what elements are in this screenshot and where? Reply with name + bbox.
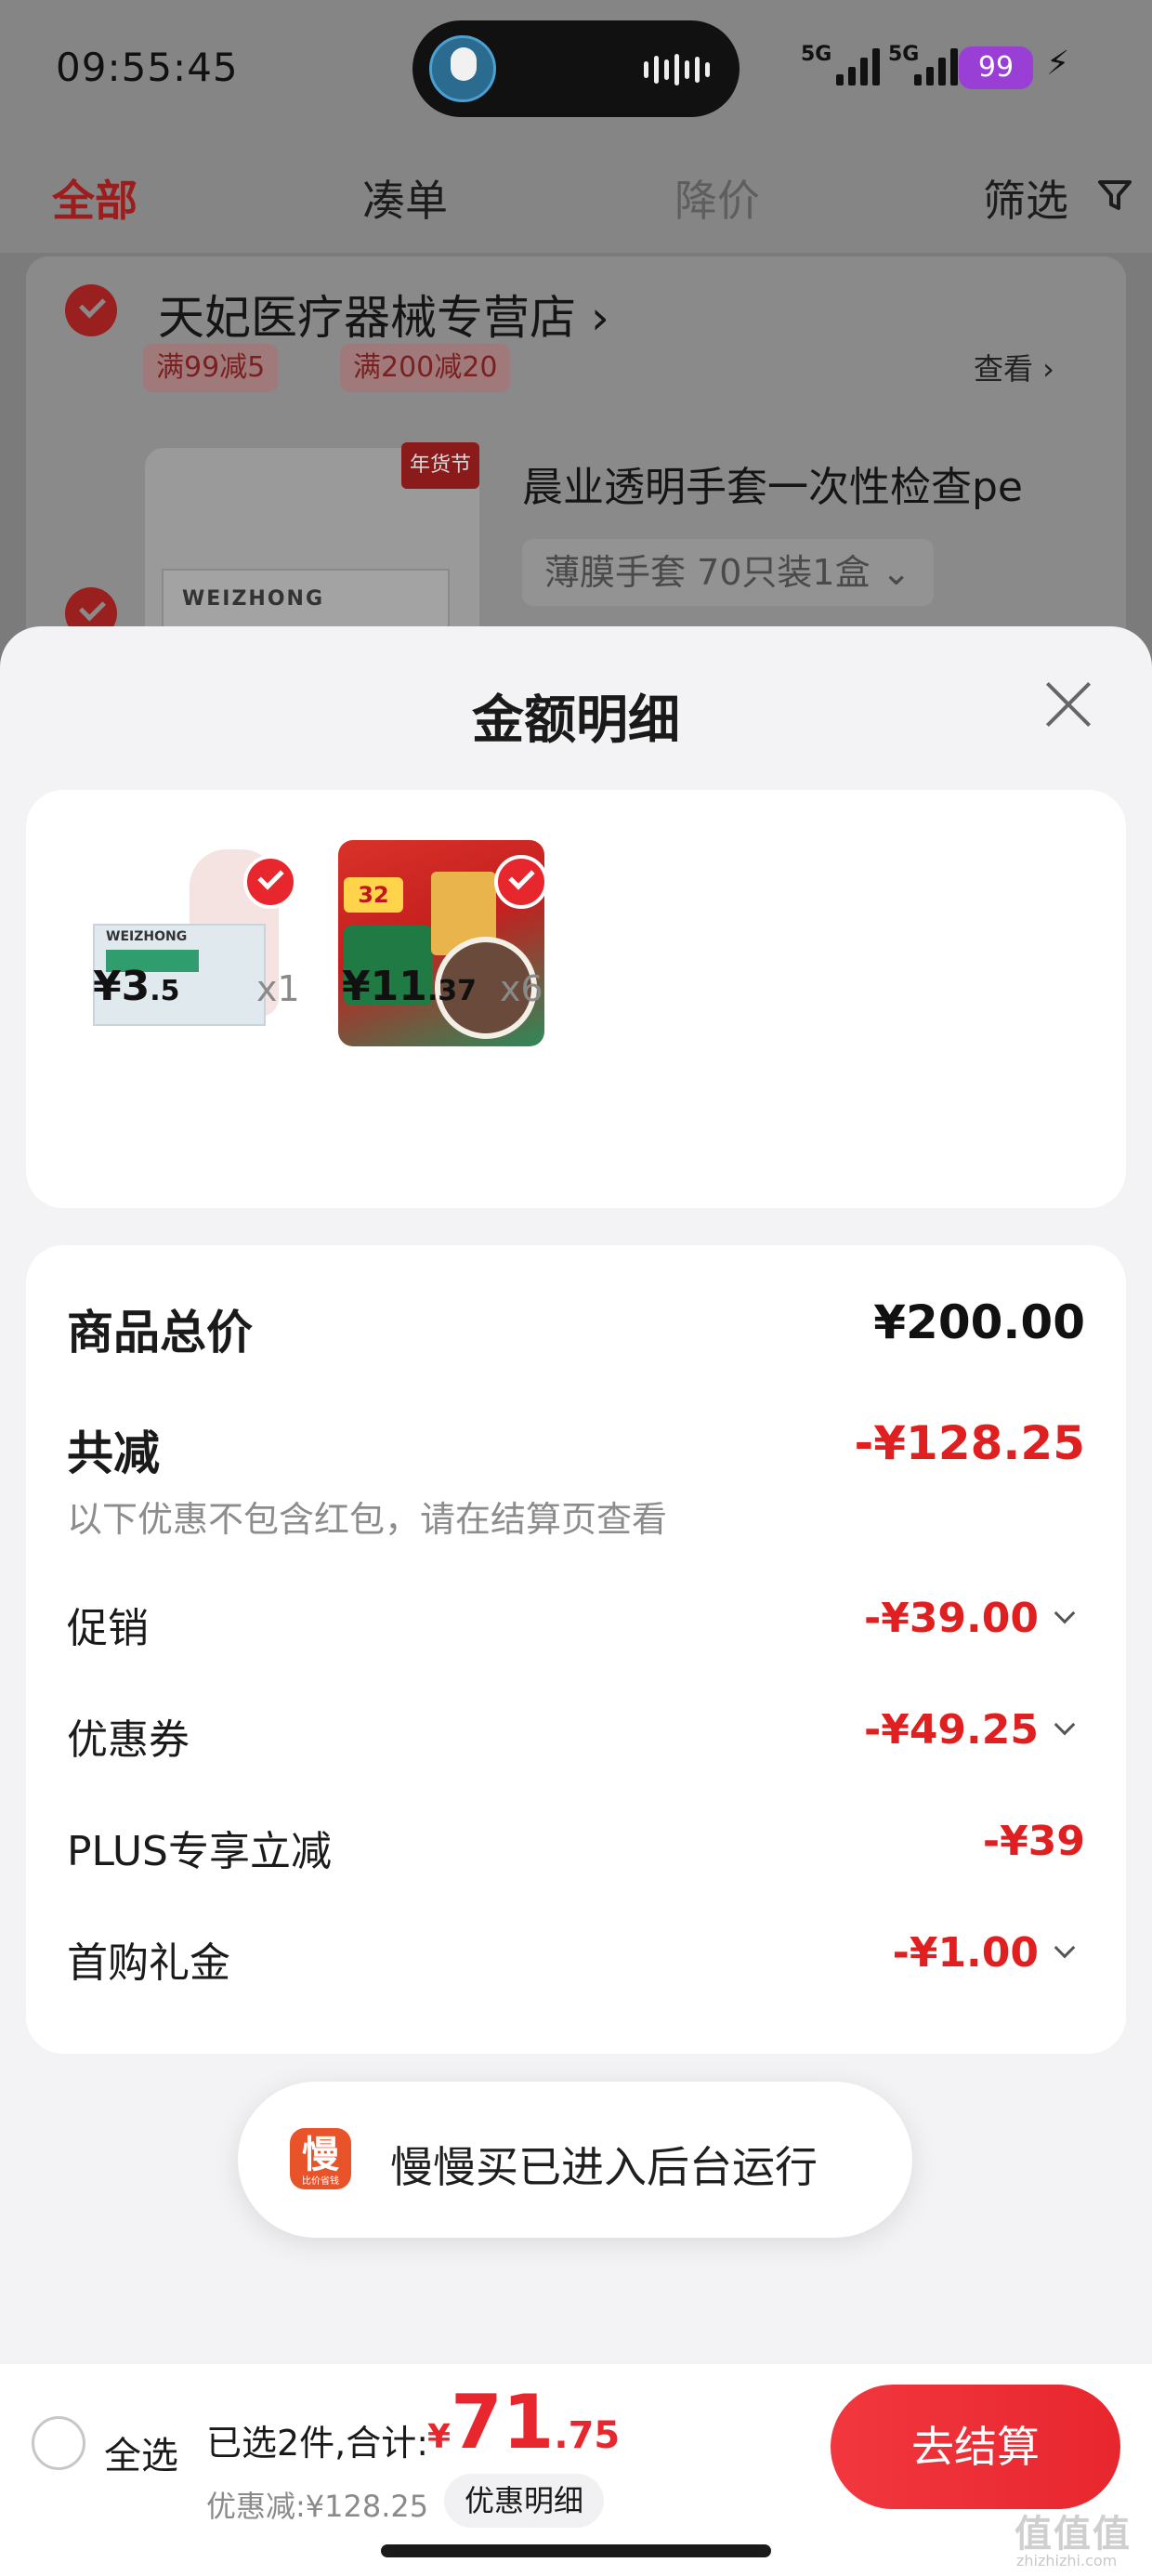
- filter-icon[interactable]: [1096, 177, 1133, 214]
- home-indicator[interactable]: [381, 2544, 771, 2557]
- item-price-rice: ¥11.37: [342, 963, 477, 1010]
- background-run-toast: 慢 比价省钱 慢慢买已进入后台运行: [238, 2082, 912, 2238]
- total-price: ¥71.75: [427, 2379, 620, 2465]
- store-checkbox[interactable]: [65, 284, 117, 336]
- avatar: [429, 35, 496, 102]
- first-gift-value: -¥1.00: [892, 1929, 1039, 1977]
- view-more-link[interactable]: 查看 ›: [974, 346, 1054, 388]
- chevron-right-icon: ›: [590, 291, 609, 345]
- reduction-note: 以下优惠不包含红包，请在结算页查看: [67, 1499, 668, 1540]
- amount-detail-sheet: 金额明细 WEIZHONG ¥3.5 x1 32 ¥11.37 x6 商品总价 …: [0, 626, 1152, 2364]
- plus-row: PLUS专享立减 -¥39: [67, 1818, 1085, 1875]
- dynamic-island[interactable]: [412, 20, 740, 117]
- total-decimal: .75: [554, 2414, 621, 2457]
- status-bar: 09:55:45 5G 5G 99 ⚡: [0, 0, 1152, 139]
- festival-badge: 年货节: [401, 442, 479, 489]
- promotion-value: -¥39.00: [863, 1595, 1039, 1642]
- charging-icon: ⚡: [1046, 45, 1070, 83]
- goods-total-row: 商品总价 ¥200.00: [67, 1295, 1085, 1360]
- app-icon-char: 慢: [302, 2134, 339, 2176]
- item-qty-rice: x6: [500, 968, 543, 1009]
- toast-message: 慢慢买已进入后台运行: [390, 2142, 818, 2192]
- audio-wave-icon: [644, 54, 710, 85]
- total-integer: 71: [451, 2379, 555, 2465]
- total-reduction-label: 共减: [67, 1426, 160, 1480]
- sheet-title: 金额明细: [472, 690, 680, 751]
- manmanmai-app-icon: 慢 比价省钱: [290, 2128, 351, 2189]
- item-check-icon: [494, 855, 548, 909]
- discount-detail-button[interactable]: 优惠明细: [444, 2474, 605, 2528]
- cart-tabs: 全部 凑单 降价 筛选: [0, 139, 1152, 253]
- coupon-value: -¥49.25: [863, 1706, 1039, 1754]
- signal-icon-2: [914, 46, 958, 85]
- item-price-gloves: ¥3.5: [93, 963, 180, 1010]
- chevron-down-icon[interactable]: [1054, 1602, 1076, 1624]
- tab-price-drop[interactable]: 降价: [674, 167, 760, 229]
- price-breakdown-card: 商品总价 ¥200.00 共减 -¥128.25 以下优惠不包含红包，请在结算页…: [26, 1245, 1126, 2054]
- plus-label: PLUS专享立减: [67, 1828, 332, 1875]
- plus-value: -¥39: [982, 1818, 1085, 1865]
- price-integer: ¥11: [342, 963, 427, 1010]
- status-time: 09:55:45: [56, 45, 239, 90]
- selected-items-card: WEIZHONG ¥3.5 x1 32 ¥11.37 x6: [26, 790, 1126, 1208]
- price-decimal: .37: [426, 975, 478, 1007]
- item-check-icon: [243, 855, 297, 909]
- select-all-radio[interactable]: [32, 2416, 85, 2470]
- promotion-row[interactable]: 促销 -¥39.00: [67, 1595, 1085, 1652]
- total-currency: ¥: [427, 2418, 452, 2456]
- product-brand: WEIZHONG: [182, 587, 325, 611]
- goods-total-label: 商品总价: [67, 1306, 253, 1360]
- app-icon-subtitle: 比价省钱: [302, 2176, 339, 2187]
- chevron-down-icon[interactable]: [1054, 1937, 1076, 1959]
- watermark: 值值值: [1015, 2513, 1132, 2556]
- coupon-row[interactable]: 优惠券 -¥49.25: [67, 1706, 1085, 1764]
- rice-price-tag: 32: [344, 877, 403, 913]
- store-name[interactable]: 天妃医疗器械专营店 ›: [158, 281, 609, 348]
- item-qty-gloves: x1: [256, 968, 300, 1009]
- box-brand-label: WEIZHONG: [106, 929, 188, 944]
- store-name-text: 天妃医疗器械专营店: [158, 291, 576, 345]
- select-all-label[interactable]: 全选: [104, 2425, 178, 2479]
- promo-tag-1: 满99减5: [143, 344, 279, 392]
- signal-icon: [836, 46, 880, 85]
- battery-icon: 99: [959, 46, 1033, 89]
- discount-summary: 优惠减:¥128.25: [206, 2489, 429, 2524]
- total-reduction-value: -¥128.25: [854, 1416, 1086, 1470]
- tab-filter[interactable]: 筛选: [983, 167, 1068, 229]
- total-reduction-row: 共减 -¥128.25: [67, 1416, 1086, 1480]
- checkout-button[interactable]: 去结算: [831, 2385, 1120, 2509]
- tab-all[interactable]: 全部: [52, 167, 137, 229]
- network-type-label: 5G: [801, 43, 832, 66]
- chevron-down-icon[interactable]: [1054, 1714, 1076, 1736]
- first-gift-row[interactable]: 首购礼金 -¥1.00: [67, 1929, 1085, 1987]
- selected-count-text: 已选2件,合计:: [206, 2423, 429, 2464]
- product-title[interactable]: 晨业透明手套一次性检查pe: [522, 453, 1023, 513]
- price-integer: ¥3: [93, 963, 151, 1010]
- promotion-label: 促销: [67, 1605, 149, 1652]
- watermark-url: zhizhizhi.com: [1016, 2552, 1118, 2569]
- price-decimal: .5: [150, 975, 180, 1007]
- close-icon[interactable]: [1039, 675, 1098, 734]
- reduction-note-row: 以下优惠不包含红包，请在结算页查看: [67, 1491, 1085, 1540]
- tab-bundle[interactable]: 凑单: [362, 167, 448, 229]
- goods-total-value: ¥200.00: [873, 1295, 1085, 1349]
- coupon-label: 优惠券: [67, 1716, 190, 1764]
- promo-tag-2: 满200减20: [340, 344, 511, 392]
- sku-selector[interactable]: 薄膜手套 70只装1盒 ⌄: [522, 539, 934, 606]
- first-gift-label: 首购礼金: [67, 1939, 230, 1987]
